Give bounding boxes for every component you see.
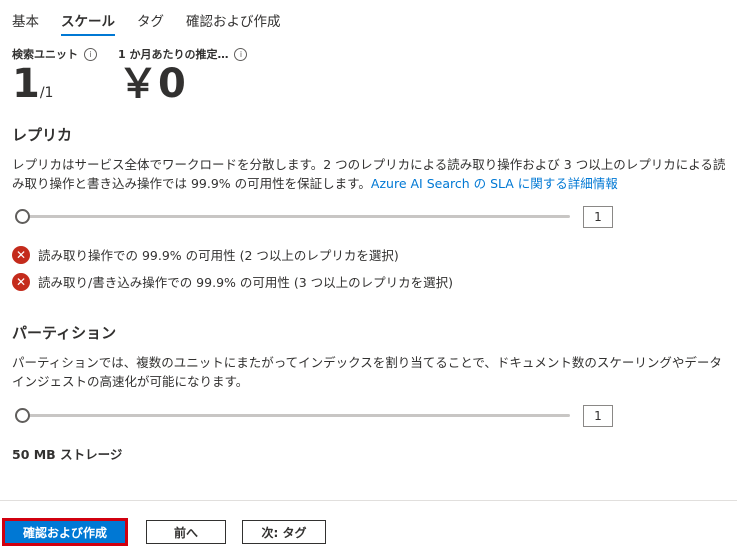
partition-title: パーティション [12, 324, 117, 342]
replica-slider-track[interactable] [22, 215, 570, 218]
search-units-metric: 検索ユニット i 1/1 [12, 46, 97, 115]
review-create-button[interactable]: 確認および作成 [2, 518, 128, 546]
monthly-estimate-value: ￥0 [118, 61, 186, 107]
storage-label: 50 MB ストレージ [12, 447, 123, 462]
next-tags-button[interactable]: 次: タグ [242, 520, 326, 544]
replica-error-row: ✕ 読み取り操作での 99.9% の可用性 (2 つ以上のレプリカを選択) [12, 245, 399, 264]
replica-slider-handle[interactable] [15, 209, 30, 224]
search-units-unit: /1 [39, 85, 54, 101]
error-text: 読み取り/書き込み操作での 99.9% の可用性 (3 つ以上のレプリカを選択) [38, 275, 454, 290]
error-x-icon: ✕ [12, 272, 30, 291]
replica-count-input[interactable]: 1 [583, 206, 613, 228]
error-x-icon: ✕ [12, 245, 30, 264]
sla-link[interactable]: Azure AI Search の SLA に関する詳細情報 [371, 176, 618, 191]
tab-tags[interactable]: タグ [137, 8, 164, 36]
monthly-estimate-metric: 1 か月あたりの推定… i ￥0 [118, 46, 248, 107]
tab-review-create[interactable]: 確認および作成 [186, 8, 281, 36]
previous-button[interactable]: 前へ [146, 520, 226, 544]
partition-slider-handle[interactable] [15, 408, 30, 423]
monthly-estimate-label: 1 か月あたりの推定… [118, 48, 229, 61]
tab-basics[interactable]: 基本 [12, 8, 39, 36]
partition-count-input[interactable]: 1 [583, 405, 613, 427]
info-icon[interactable]: i [234, 47, 248, 61]
tab-scale[interactable]: スケール [61, 8, 115, 36]
error-text: 読み取り操作での 99.9% の可用性 (2 つ以上のレプリカを選択) [38, 248, 399, 263]
tab-bar: 基本 スケール タグ 確認および作成 [12, 8, 303, 36]
info-icon[interactable]: i [84, 47, 97, 61]
replica-description: レプリカはサービス全体でワークロードを分散します。2 つのレプリカによる読み取り… [12, 157, 726, 191]
replica-title: レプリカ [12, 126, 73, 144]
footer-divider [0, 500, 737, 501]
search-units-value: 1 [12, 61, 40, 107]
partition-slider-track[interactable] [22, 414, 570, 417]
partition-description: パーティションでは、複数のユニットにまたがってインデックスを割り当てることで、ド… [12, 355, 722, 389]
search-units-label: 検索ユニット [12, 48, 78, 61]
replica-error-row: ✕ 読み取り/書き込み操作での 99.9% の可用性 (3 つ以上のレプリカを選… [12, 272, 453, 291]
